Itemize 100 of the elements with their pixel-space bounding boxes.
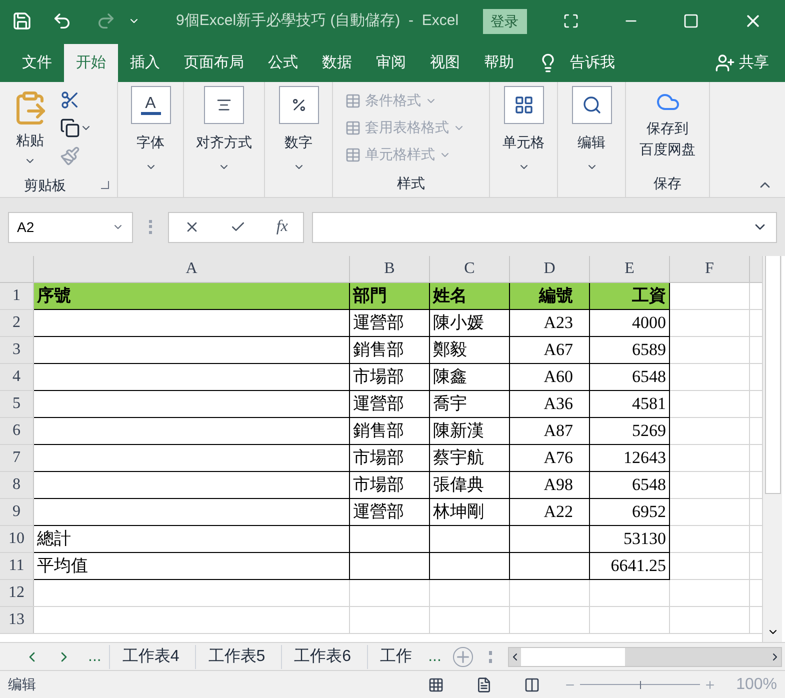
table-cell: A98 [510, 472, 590, 499]
table-cell: 6589 [590, 337, 670, 364]
insert-function-button[interactable]: fx [276, 215, 288, 239]
group-label: 保存 [654, 174, 682, 193]
font-button[interactable]: A 字体 [122, 82, 178, 197]
sheet-tab[interactable]: 工作表5 [195, 644, 278, 668]
name-box[interactable]: A2 [8, 212, 133, 242]
table-cell: 編號 [510, 283, 590, 310]
column-header[interactable]: F [670, 256, 750, 282]
paste-button[interactable]: 粘贴 [0, 82, 60, 173]
row-header[interactable]: 10 [0, 526, 34, 552]
number-icon [278, 86, 318, 124]
table-cell: 序號 [34, 283, 350, 310]
ribbon-tab[interactable]: 插入 [118, 44, 172, 82]
row-header[interactable]: 4 [0, 364, 34, 390]
row-header[interactable]: 13 [0, 607, 34, 633]
horizontal-scrollbar[interactable] [508, 646, 782, 666]
table-cell: 6548 [590, 364, 670, 391]
save-to-cloud-button[interactable]: 保存到 百度网盘 [640, 82, 696, 173]
table-cell: 5269 [590, 418, 670, 445]
table-cell: 平均值 [34, 553, 350, 580]
table-cell: 市場部 [350, 472, 430, 499]
cells-button[interactable]: 单元格 [494, 82, 552, 197]
ribbon-tab[interactable]: 文件 [10, 44, 64, 82]
table-cell: 53130 [590, 526, 670, 553]
table-cell: A87 [510, 418, 590, 445]
row-header[interactable]: 7 [0, 445, 34, 471]
page-layout-icon[interactable] [476, 676, 492, 692]
table-cell: 銷售部 [350, 418, 430, 445]
alignment-button[interactable]: 对齐方式 [188, 82, 260, 197]
zoom-level: 100% [736, 674, 777, 694]
number-button[interactable]: 数字 [270, 82, 326, 197]
tell-me-button[interactable]: 告诉我 [570, 52, 615, 74]
table-cell: 蔡宇航 [430, 445, 510, 472]
column-header[interactable]: A [34, 256, 350, 282]
row-header[interactable]: 12 [0, 580, 34, 606]
table-cell: 4581 [590, 391, 670, 418]
row-header[interactable]: 6 [0, 418, 34, 444]
more-sheets-button[interactable]: ... [424, 644, 446, 668]
ribbon-tab[interactable]: 审阅 [364, 44, 418, 82]
row-header[interactable]: 8 [0, 472, 34, 498]
group-label: 剪贴板 [24, 176, 66, 194]
table-cell: 6548 [590, 472, 670, 499]
table-cell: 運營部 [350, 391, 430, 418]
page-break-icon[interactable] [524, 676, 540, 692]
column-header[interactable]: E [590, 256, 670, 282]
drag-handle-icon[interactable] [149, 220, 152, 234]
table-cell: 鄭毅 [430, 337, 510, 364]
row-header[interactable]: 3 [0, 337, 34, 363]
editing-button[interactable]: 编辑 [564, 82, 620, 197]
column-header[interactable]: B [350, 256, 430, 282]
row-header[interactable]: 9 [0, 499, 34, 525]
table-cell: 銷售部 [350, 337, 430, 364]
scissors-icon[interactable] [60, 90, 80, 110]
table-cell: 市場部 [350, 445, 430, 472]
dialog-launcher-icon[interactable] [101, 181, 109, 189]
window-title: 9個Excel新手必學技巧 (自動儲存) - Excel [176, 10, 459, 31]
cells-icon [504, 86, 544, 124]
maximize-icon[interactable] [682, 13, 699, 29]
table-cell: 張偉典 [430, 472, 510, 499]
ribbon-tab[interactable]: 开始 [64, 44, 118, 82]
row-header[interactable]: 1 [0, 283, 34, 309]
sheet-tab[interactable]: 工作表6 [281, 644, 364, 668]
ribbon-tab[interactable]: 视图 [418, 44, 472, 82]
ribbon-tab[interactable]: 帮助 [472, 44, 526, 82]
ribbon-display-icon[interactable] [562, 13, 579, 29]
table-cell: 姓名 [430, 283, 510, 310]
row-header[interactable]: 11 [0, 553, 34, 579]
more-sheets-button[interactable]: ... [84, 644, 106, 668]
table-cell: 市場部 [350, 364, 430, 391]
column-header[interactable]: D [510, 256, 590, 282]
table-cell: A67 [510, 337, 590, 364]
table-cell: A60 [510, 364, 590, 391]
ribbon-tab[interactable]: 数据 [310, 44, 364, 82]
formula-input[interactable] [312, 212, 777, 242]
row-header[interactable]: 5 [0, 391, 34, 417]
column-header[interactable]: C [430, 256, 510, 282]
copy-icon[interactable] [60, 118, 80, 138]
table-cell: 陳小媛 [430, 310, 510, 337]
table-icon [345, 120, 361, 136]
ribbon-tab[interactable]: 公式 [256, 44, 310, 82]
sheet-tab[interactable]: 工作表4 [109, 644, 192, 668]
undo-icon[interactable] [52, 11, 72, 31]
table-cell: 6641.25 [590, 553, 670, 580]
vertical-scrollbar[interactable] [762, 256, 782, 642]
save-icon[interactable] [12, 11, 32, 31]
table-cell: 6952 [590, 499, 670, 526]
table-cell: 工資 [590, 283, 670, 310]
table-cell: 12643 [590, 445, 670, 472]
table-icon [345, 92, 361, 108]
share-button[interactable]: 共享 [715, 50, 769, 76]
sheet-tab[interactable]: 工作 [367, 644, 424, 668]
row-header[interactable]: 2 [0, 310, 34, 336]
normal-view-icon[interactable] [428, 676, 444, 692]
login-button[interactable]: 登录 [482, 8, 527, 34]
table-cell: 總計 [34, 526, 350, 553]
table-cell: A23 [510, 310, 590, 337]
status-mode: 编辑 [8, 675, 36, 694]
ribbon-tab[interactable]: 页面布局 [172, 44, 256, 82]
table-cell: 陳鑫 [430, 364, 510, 391]
